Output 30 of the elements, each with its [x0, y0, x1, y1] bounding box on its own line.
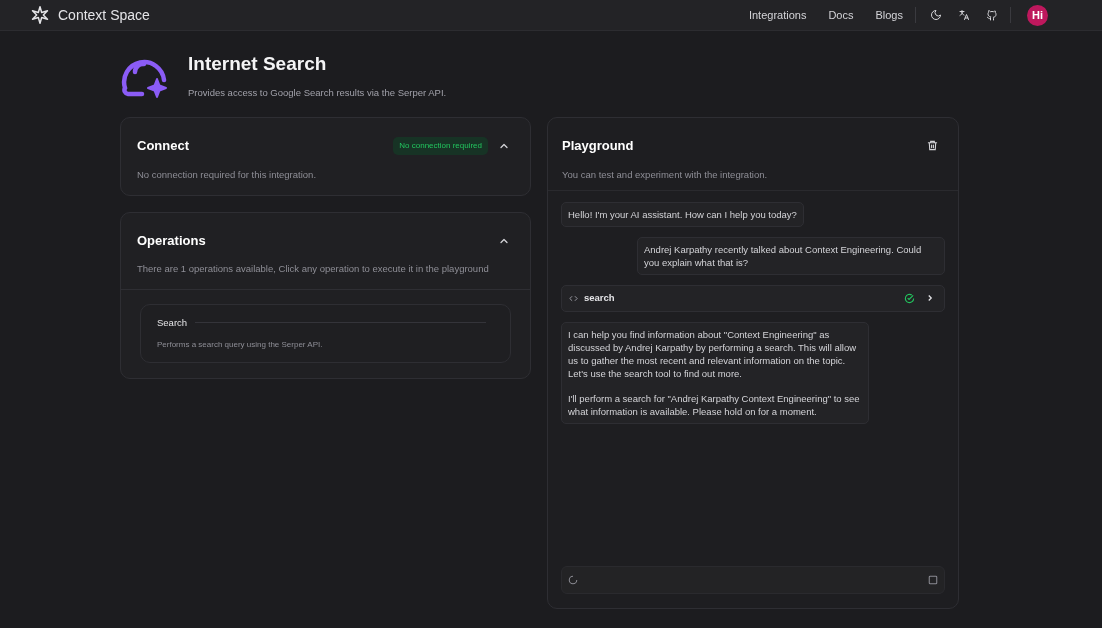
tool-call-row[interactable]: search — [561, 284, 945, 312]
message-text: Hello! I'm your AI assistant. How can I help you today? — [568, 207, 797, 221]
card-title: Operations — [137, 231, 206, 250]
translate-icon[interactable] — [958, 9, 970, 21]
trash-icon[interactable] — [927, 140, 938, 152]
panel-title: Playground — [562, 137, 634, 155]
brand-name[interactable]: Context Space — [58, 4, 150, 26]
operation-description: Performs a search query using the Serper API. — [157, 338, 324, 351]
operation-item[interactable]: Search Performs a search query using the Serper API. — [140, 303, 511, 363]
nav-link[interactable]: Blogs — [875, 6, 903, 24]
panel-subtitle: You can test and experiment with the integration. — [562, 167, 769, 182]
card-description: No connection required for this integration. — [137, 167, 318, 182]
tool-name: search — [584, 291, 616, 306]
sparkle-logo-icon — [30, 5, 50, 25]
integration-title: Internet Search — [188, 51, 328, 76]
moon-icon[interactable] — [930, 9, 942, 21]
operation-name: Search — [157, 315, 188, 330]
message-text: Andrej Karpathy recently talked about Context Engineering. Could you explain what that is? — [644, 242, 923, 269]
nav-link[interactable]: Integrations — [748, 6, 807, 24]
status-badge: No connection required — [393, 136, 488, 155]
message-text: I can help you find information about "Context Engineering" as discussed by Andrej Karpathy by performing a search. This will allow us to gather the most recent and relevant information on the topic. Let's use the search tool to find out more. — [568, 327, 858, 380]
nav-link[interactable]: Docs — [828, 6, 854, 24]
github-icon[interactable] — [986, 9, 998, 21]
card-description: There are 1 operations available, Click any operation to execute it in the playground — [137, 262, 490, 277]
card-title: Connect — [137, 137, 189, 155]
stop-icon[interactable] — [928, 575, 938, 585]
message-text: I'll perform a search for "Andrej Karpathy Context Engineering" to see what information is available. Please hold on for a moment. — [568, 391, 861, 418]
user-avatar[interactable]: Hi — [1027, 4, 1048, 26]
chat-input[interactable] — [561, 566, 945, 594]
integration-description: Provides access to Google Search results via the Serper API. — [188, 86, 447, 101]
